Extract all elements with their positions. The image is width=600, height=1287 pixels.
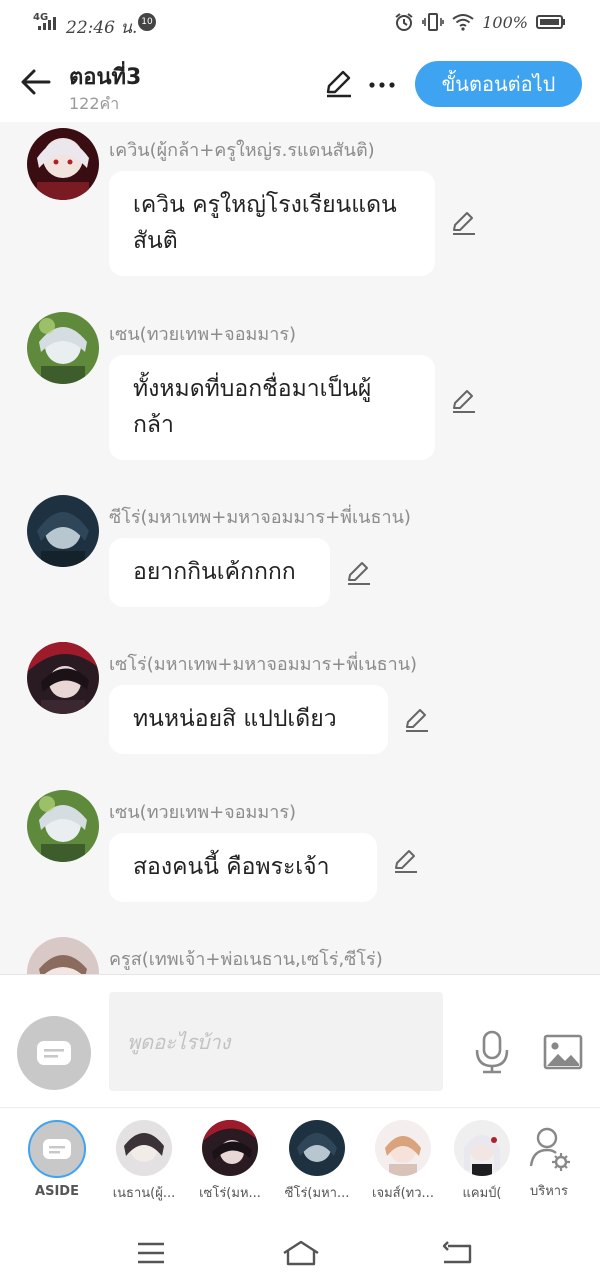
character-option[interactable]: เนธาน(ผู้...: [104, 1120, 184, 1203]
character-selector: ASIDE เนธาน(ผู้... เซโร่(มห... ซีโร่(มหา…: [0, 1107, 600, 1218]
home-icon[interactable]: [282, 1239, 320, 1267]
back-arrow-icon[interactable]: [18, 64, 54, 100]
avatar: [289, 1120, 345, 1176]
character-name: เจมส์(ทว...: [372, 1186, 434, 1201]
speaker-name: ซีโร่(มหาเทพ+มหาจอมมาร+พี่เนธาน): [109, 507, 411, 528]
battery-level: 100%: [482, 12, 528, 32]
edit-pencil-icon[interactable]: [391, 847, 419, 875]
aside-avatar: [28, 1120, 86, 1178]
aside-message-icon: [43, 1139, 71, 1159]
edit-pencil-icon[interactable]: [344, 559, 372, 587]
more-options-icon[interactable]: [367, 70, 397, 100]
clock: 22:46 น.: [66, 18, 138, 38]
avatar: [116, 1120, 172, 1176]
back-nav-icon[interactable]: [440, 1239, 474, 1267]
message-bubble[interactable]: ทนหน่อยสิ แปปเดียว: [109, 685, 388, 754]
character-name: บริหาร: [529, 1184, 569, 1199]
microphone-icon[interactable]: [473, 1030, 511, 1074]
avatar: [454, 1120, 510, 1176]
avatar: [375, 1120, 431, 1176]
avatar[interactable]: [27, 128, 99, 200]
character-option[interactable]: เซโร่(มห...: [190, 1120, 270, 1203]
narration-toggle-button[interactable]: [17, 1016, 91, 1090]
character-name: เซโร่(มห...: [199, 1186, 261, 1201]
speaker-name: เซน(ทวยเทพ+จอมมาร): [109, 802, 297, 823]
speaker-name: เซน(ทวยเทพ+จอมมาร): [109, 324, 297, 345]
message-bubble[interactable]: สองคนนี้ คือพระเจ้า: [109, 833, 377, 902]
character-option[interactable]: เจมส์(ทว...: [363, 1120, 443, 1203]
message-bubble[interactable]: เควิน ครูใหญ่โรงเรียนแดนสันติ: [109, 171, 435, 276]
speaker-name: เควิน(ผู้กล้า+ครูใหญ่ร.รแดนสันติ): [109, 140, 375, 161]
avatar[interactable]: [27, 937, 99, 974]
message-composer: [0, 974, 600, 1108]
message-input[interactable]: [109, 992, 443, 1091]
wifi-icon: [452, 14, 474, 31]
speaker-name: ครูส(เทพเจ้า+พ่อเนธาน,เซโร่,ซีโร่): [109, 949, 383, 970]
next-step-button[interactable]: ขั้นตอนต่อไป: [415, 61, 582, 107]
vibrate-icon: [422, 13, 445, 31]
chat-thread[interactable]: เควิน(ผู้กล้า+ครูใหญ่ร.รแดนสันติ) เควิน …: [0, 122, 600, 974]
chapter-header: ตอนที่3 122คำ ขั้นตอนต่อไป: [0, 48, 600, 122]
signal-icon: [38, 17, 56, 30]
character-name: ซีโร่(มหา...: [284, 1186, 350, 1201]
character-name: เนธาน(ผู้...: [112, 1186, 176, 1201]
message-bubble[interactable]: ทั้งหมดที่บอกชื่อมาเป็นผู้กล้า: [109, 355, 435, 460]
avatar[interactable]: [27, 495, 99, 567]
avatar[interactable]: [27, 642, 99, 714]
character-option[interactable]: ซีโร่(มหา...: [277, 1120, 357, 1203]
aside-message-icon: [37, 1041, 71, 1065]
edit-pencil-icon[interactable]: [402, 706, 430, 734]
manage-user-gear-icon: [529, 1127, 570, 1171]
avatar[interactable]: [27, 790, 99, 862]
character-aside[interactable]: ASIDE: [17, 1120, 97, 1199]
message-bubble[interactable]: อยากกินเค้กกกก: [109, 538, 330, 607]
edit-pencil-icon[interactable]: [322, 68, 354, 100]
word-count: 122คำ: [69, 94, 120, 113]
image-icon[interactable]: [543, 1034, 583, 1070]
system-navigation-bar: [0, 1217, 600, 1287]
status-bar: 4G 22:46 น. 10 100%: [0, 0, 600, 48]
chapter-title: ตอนที่3: [69, 65, 142, 90]
avatar: [202, 1120, 258, 1176]
edit-pencil-icon[interactable]: [449, 209, 477, 237]
notification-badge: 10: [138, 13, 156, 31]
speaker-name: เซโร่(มหาเทพ+มหาจอมมาร+พี่เนธาน): [109, 654, 418, 675]
alarm-icon: [395, 13, 413, 31]
menu-icon[interactable]: [134, 1239, 168, 1267]
avatar[interactable]: [27, 312, 99, 384]
battery-icon: [536, 15, 565, 29]
manage-characters-button[interactable]: บริหาร: [509, 1120, 589, 1201]
edit-pencil-icon[interactable]: [449, 387, 477, 415]
character-name: ASIDE: [35, 1184, 79, 1199]
